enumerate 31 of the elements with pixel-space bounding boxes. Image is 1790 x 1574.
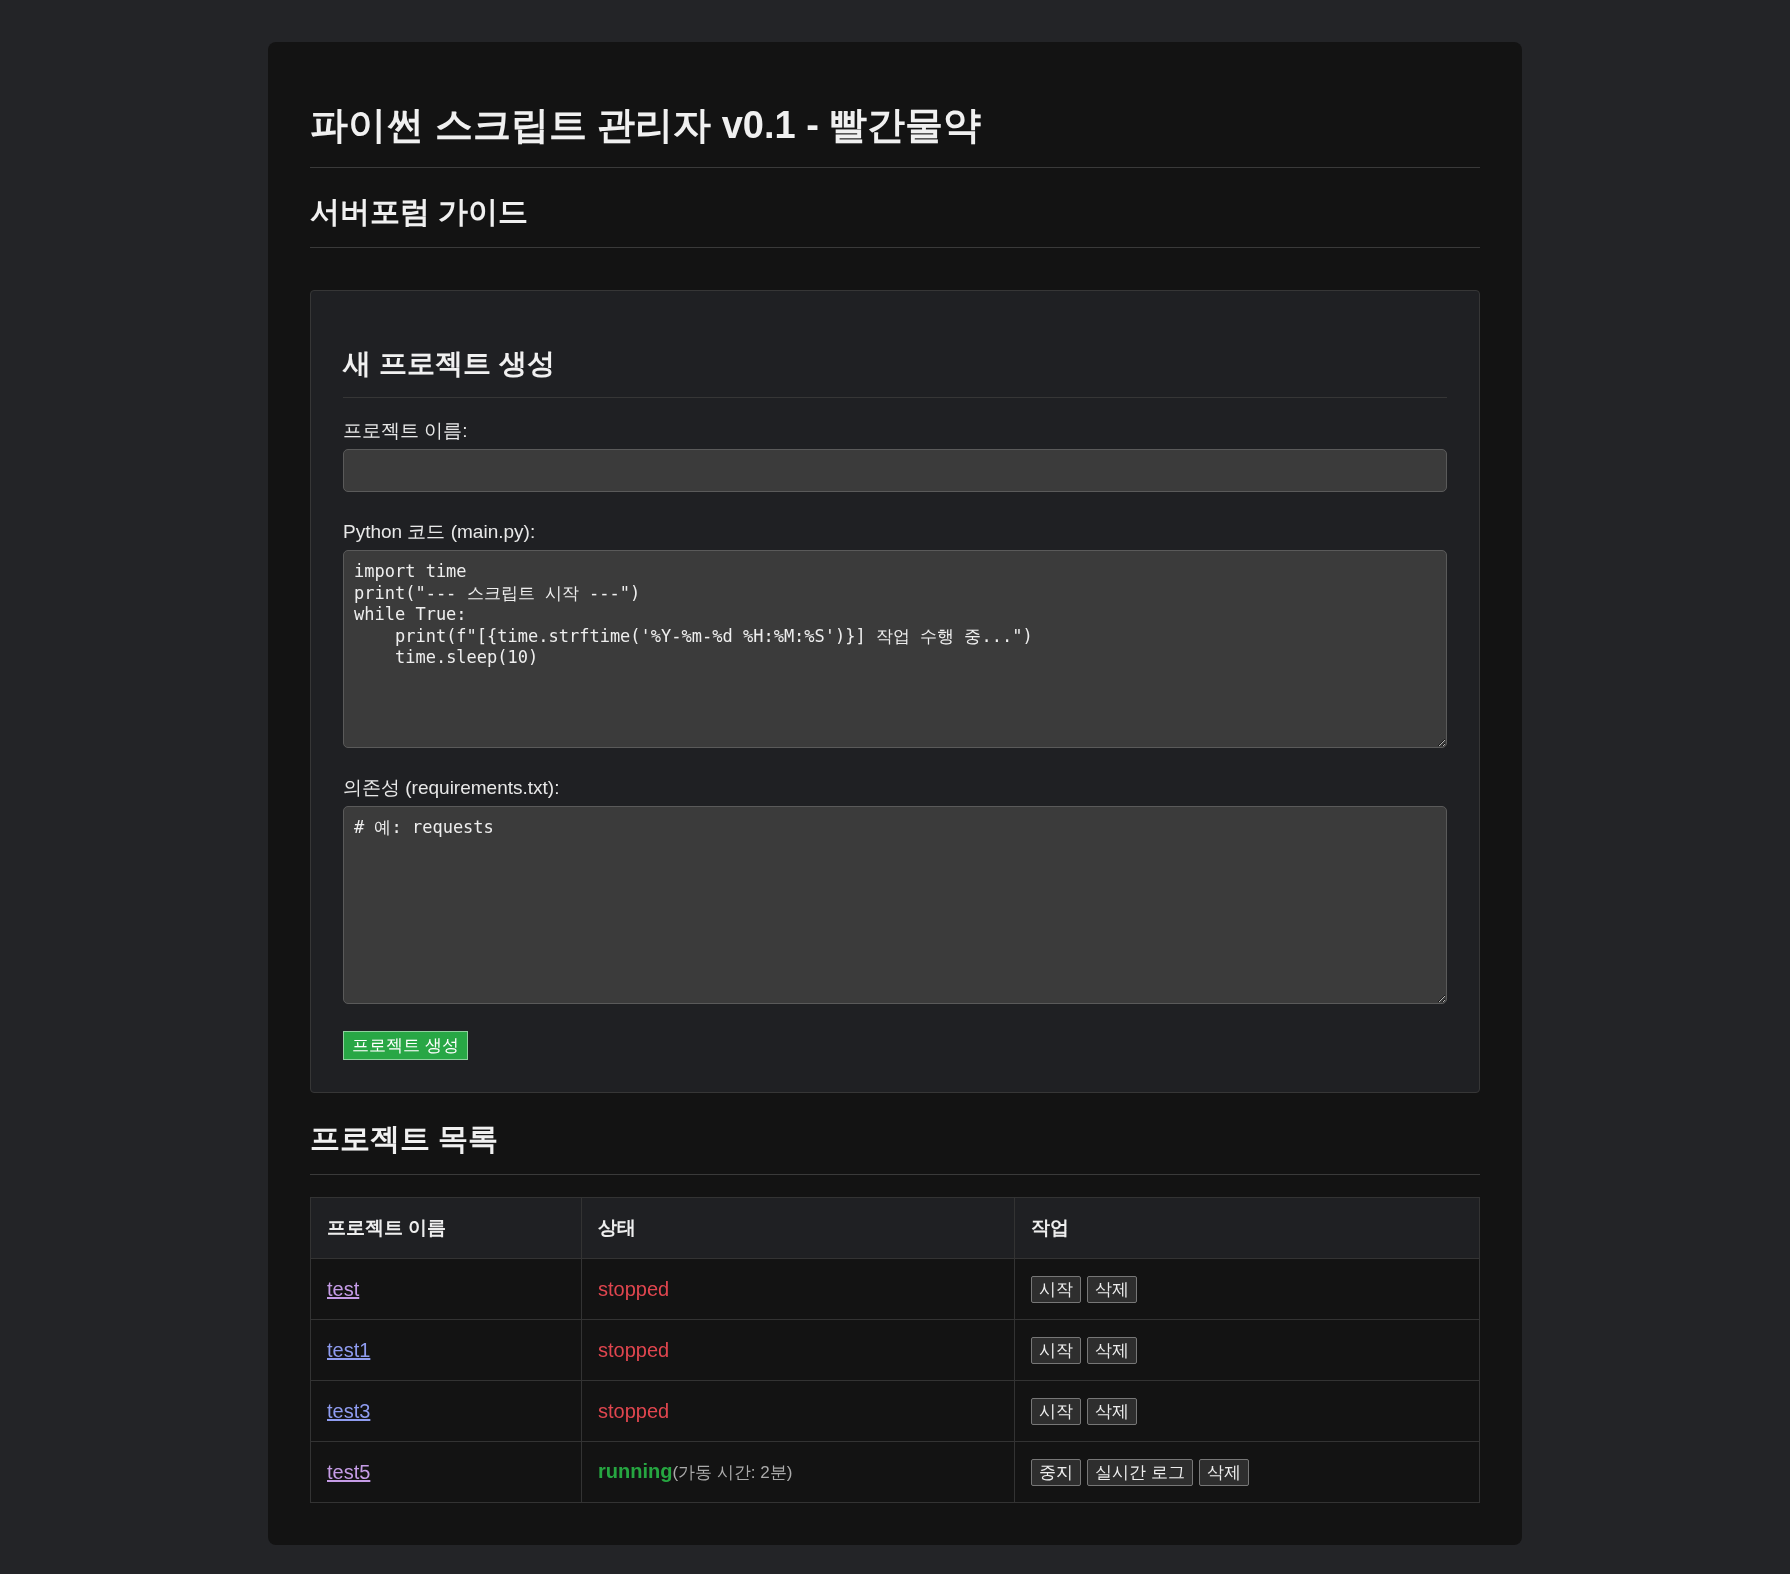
status-text: stopped <box>598 1399 670 1422</box>
column-header: 프로젝트 이름 <box>310 1197 582 1259</box>
code-field[interactable]: import time print("--- 스크립트 시작 ---") while True: print(f"[{time.strftime('%Y-%m-%d %H:%M:%S')}] 작업 수행 중...") time.sleep(10) <box>343 550 1447 748</box>
action-button[interactable]: 시작 <box>1031 1336 1081 1364</box>
project-link[interactable]: test3 <box>327 1399 371 1422</box>
action-button[interactable]: 시작 <box>1031 1397 1081 1425</box>
list-heading: 프로젝트 목록 <box>310 1119 1480 1175</box>
column-header: 작업 <box>1014 1197 1480 1259</box>
status-text: stopped <box>598 1277 670 1300</box>
action-button[interactable]: 삭제 <box>1198 1458 1249 1486</box>
action-button[interactable]: 삭제 <box>1087 1336 1137 1364</box>
action-button[interactable]: 삭제 <box>1087 1275 1137 1303</box>
input-field[interactable] <box>343 449 1447 492</box>
action-button[interactable]: 삭제 <box>1087 1397 1137 1425</box>
project-link[interactable]: test1 <box>327 1338 371 1361</box>
action-button[interactable]: 시작 <box>1031 1275 1081 1303</box>
field-label: 의존성 (requirements.txt): <box>343 776 560 800</box>
project-link[interactable]: test <box>327 1277 360 1300</box>
project-link[interactable]: test5 <box>327 1460 371 1483</box>
field-label: Python 코드 (main.py): <box>343 520 536 544</box>
guide-heading: 서버포럼 가이드 <box>310 192 1480 248</box>
uptime-text: (가동 시간: 2분) <box>672 1463 793 1482</box>
status-text: stopped <box>598 1338 670 1361</box>
status-text: running <box>598 1460 673 1482</box>
field-label: 프로젝트 이름: <box>343 419 468 443</box>
action-button[interactable]: 중지 <box>1031 1458 1081 1486</box>
action-button[interactable]: 실시간 로그 <box>1087 1458 1193 1486</box>
form-heading: 새 프로젝트 생성 <box>343 345 1447 398</box>
column-header: 상태 <box>581 1197 1015 1259</box>
page-title: 파이썬 스크립트 관리자 v0.1 - 빨간물약 <box>310 100 1480 168</box>
code-field[interactable]: # 예: requests <box>343 806 1447 1004</box>
